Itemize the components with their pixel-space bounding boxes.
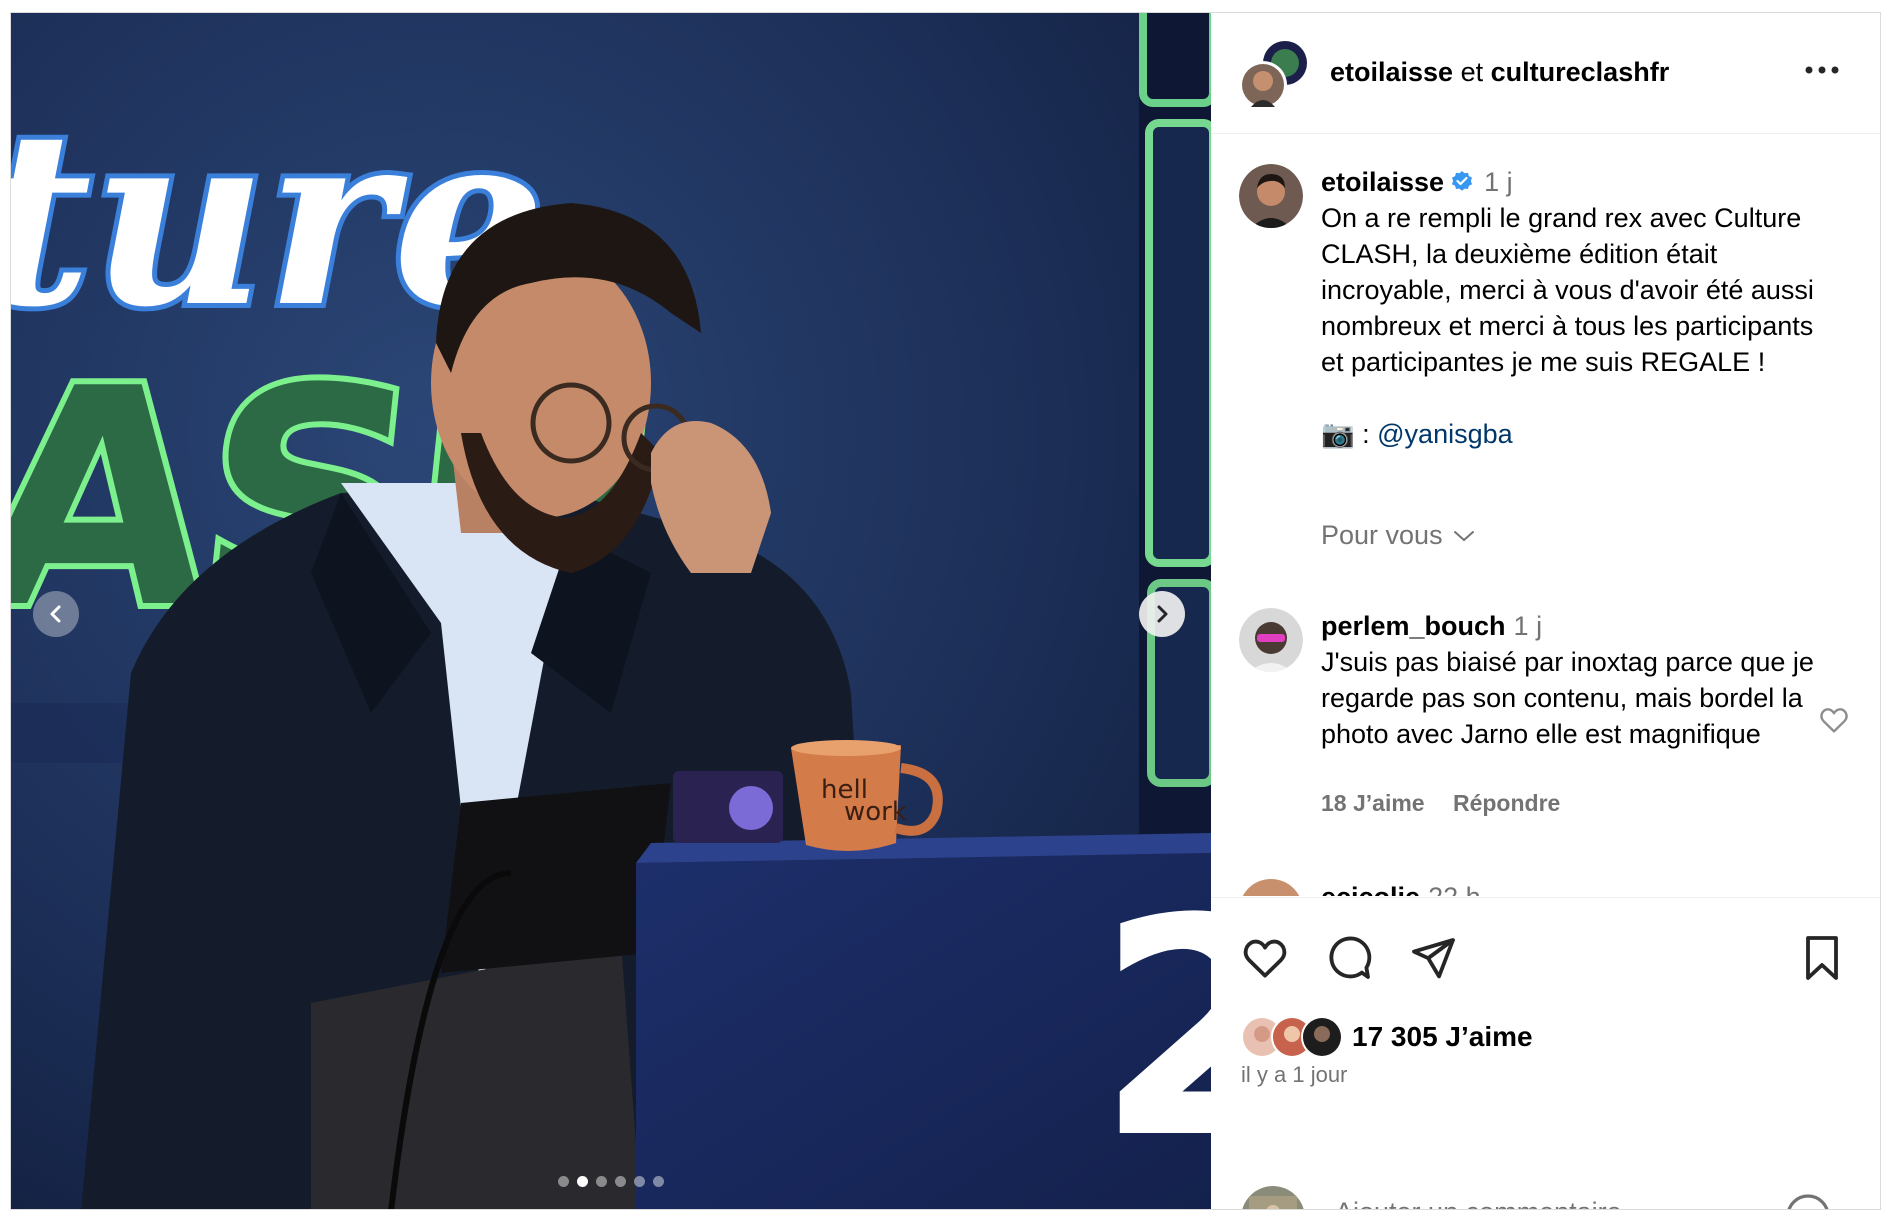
comment-username[interactable]: perlem_bouch (1321, 611, 1506, 641)
post-timestamp[interactable]: il y a 1 jour (1241, 1062, 1347, 1088)
author-username[interactable]: etoilaisse (1330, 57, 1453, 87)
mention-link[interactable]: @yanisgba (1377, 419, 1513, 449)
collab-avatars[interactable] (1239, 41, 1307, 109)
post-title: etoilaisse et cultureclashfr (1330, 57, 1669, 88)
comment-body: ecicolie 22 h (1321, 879, 1481, 896)
bookmark-icon[interactable] (1800, 934, 1844, 982)
caption-text: On a re rempli le grand rex avec Culture… (1321, 203, 1814, 377)
reply-button[interactable]: Répondre (1453, 790, 1560, 816)
mug-label-2: work (844, 797, 907, 827)
caption-body: etoilaisse 1 j On a re rempli le grand re… (1321, 164, 1841, 452)
credit-separator: : (1354, 419, 1378, 449)
collab-username[interactable]: cultureclashfr (1491, 57, 1670, 87)
slide-dot (653, 1176, 664, 1187)
comment-username[interactable]: ecicolie (1321, 882, 1420, 896)
slide-dot (615, 1176, 626, 1187)
post-side-panel: etoilaisse et cultureclashfr etoilaisse … (1211, 13, 1880, 1209)
comment-filter-label: Pour vous (1321, 520, 1443, 550)
comment-input[interactable] (1333, 1196, 1757, 1209)
post-actions: 17 305 J’aime il y a 1 jour (1211, 897, 1880, 1209)
action-icons (1241, 934, 1457, 982)
avatar[interactable] (1239, 879, 1303, 896)
slide-dot (577, 1176, 588, 1187)
send-icon[interactable] (1409, 934, 1457, 982)
avatar (1239, 41, 1307, 109)
chevron-down-icon (1453, 530, 1474, 541)
comment-text: J'suis pas biaisé par inoxtag parce que … (1321, 647, 1814, 749)
comment-time: 1 j (1513, 611, 1543, 641)
post-media[interactable]: ture ASH (11, 13, 1211, 1209)
post-dialog: ture ASH (10, 12, 1881, 1210)
comment-meta: 18 J’aime Répondre (1321, 790, 1582, 817)
camera-emoji: 📷 (1321, 419, 1355, 449)
comment-body: perlem_bouch 1 j J'suis pas biaisé par in… (1321, 608, 1841, 752)
photo-credit: 📷 : @yanisgba (1321, 416, 1841, 452)
comment-like-heart-icon[interactable] (1818, 704, 1850, 736)
avatar[interactable] (1239, 608, 1303, 672)
slide-dot (558, 1176, 569, 1187)
collab-connector: et (1460, 57, 1484, 87)
next-slide-button[interactable] (1139, 591, 1185, 637)
likes-count[interactable]: 17 305 J’aime (1352, 1021, 1533, 1053)
comment-time: 22 h (1428, 882, 1481, 896)
caption-time: 1 j (1484, 167, 1513, 197)
heart-icon[interactable] (1241, 934, 1289, 982)
comment-icon[interactable] (1325, 934, 1373, 982)
verified-badge-icon (1452, 171, 1473, 191)
liker-avatars (1241, 1016, 1346, 1058)
comments-section[interactable]: etoilaisse 1 j On a re rempli le grand re… (1211, 134, 1880, 896)
previous-slide-button[interactable] (33, 591, 79, 637)
post-photo: ture ASH (11, 13, 1211, 1209)
chevron-left-icon (50, 605, 61, 623)
comment-filter-dropdown[interactable]: Pour vous (1321, 520, 1475, 551)
avatar (1301, 1016, 1343, 1058)
post-header: etoilaisse et cultureclashfr (1211, 13, 1880, 134)
likes-summary[interactable]: 17 305 J’aime (1241, 1016, 1533, 1058)
avatar[interactable] (1239, 164, 1303, 228)
avatar (1242, 1186, 1304, 1209)
add-comment-bar (1211, 1178, 1880, 1210)
slide-dot (634, 1176, 645, 1187)
slide-dot (596, 1176, 607, 1187)
comment-likes-link[interactable]: 18 J’aime (1321, 790, 1425, 816)
emoji-icon[interactable] (1784, 1192, 1832, 1210)
more-horizontal-icon (1805, 66, 1839, 74)
chevron-right-icon (1157, 605, 1168, 623)
caption-username[interactable]: etoilaisse (1321, 167, 1444, 197)
comment-item: ecicolie 22 h (1239, 879, 1839, 896)
stage-number: 2 (1096, 855, 1211, 1204)
slide-indicator (11, 1176, 1211, 1187)
more-options-button[interactable] (1802, 55, 1842, 85)
